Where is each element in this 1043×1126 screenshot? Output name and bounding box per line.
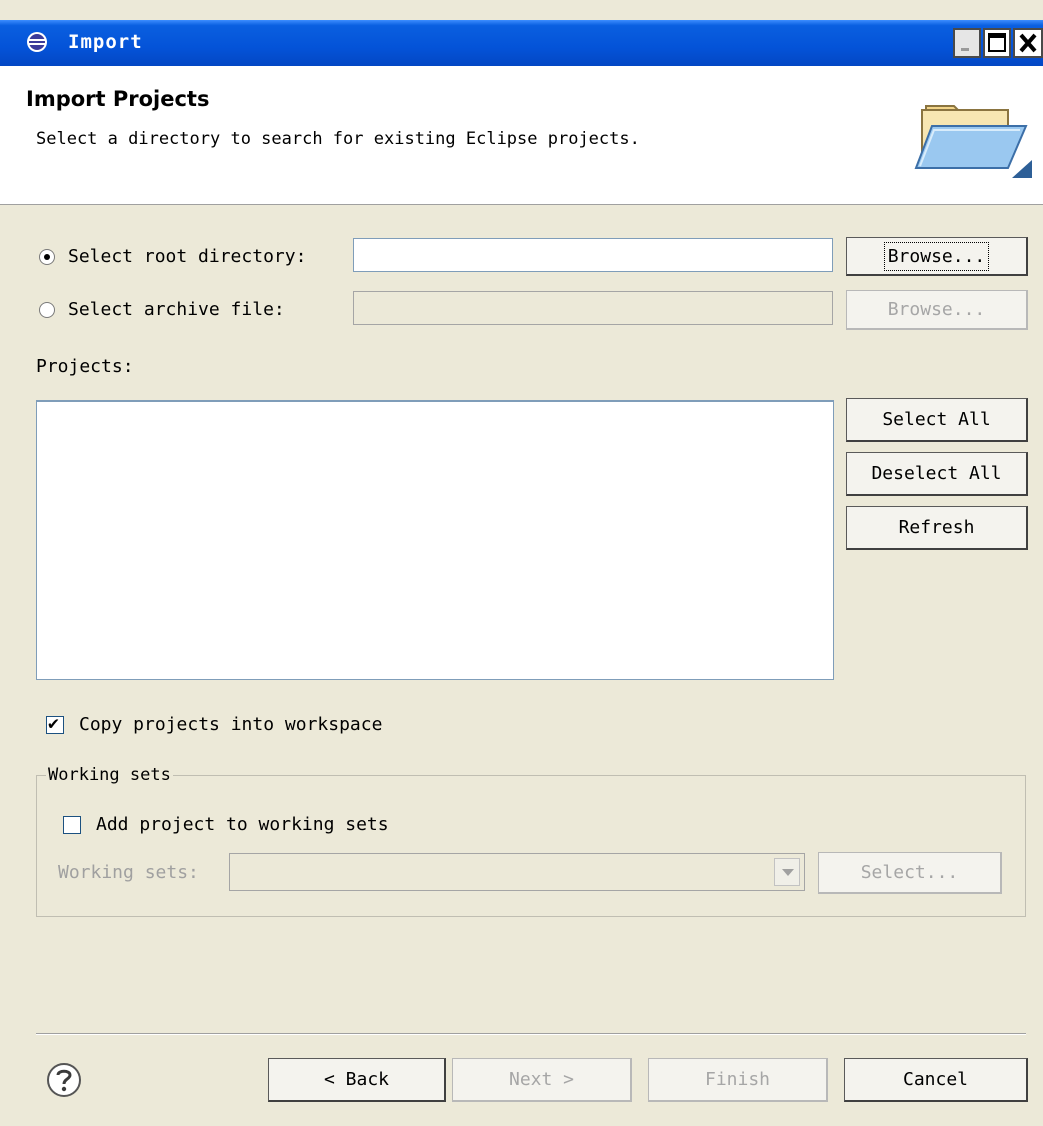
help-icon[interactable] xyxy=(46,1062,82,1098)
add-to-working-sets-checkbox[interactable] xyxy=(63,816,81,834)
working-sets-combo[interactable] xyxy=(229,853,805,891)
copy-into-workspace-label: Copy projects into workspace xyxy=(79,714,383,735)
root-directory-input[interactable] xyxy=(353,238,833,272)
working-sets-label: Working sets: xyxy=(58,862,199,883)
select-all-label: Select All xyxy=(882,409,991,430)
maximize-icon xyxy=(988,33,1006,52)
finish-button[interactable]: Finish xyxy=(648,1058,828,1102)
archive-file-radio[interactable] xyxy=(39,302,55,318)
cancel-label: Cancel xyxy=(902,1069,969,1090)
select-working-sets-button[interactable]: Select... xyxy=(818,852,1002,894)
window-title: Import xyxy=(68,31,143,53)
finish-label: Finish xyxy=(704,1069,771,1090)
root-directory-label: Select root directory: xyxy=(68,246,306,267)
select-all-button[interactable]: Select All xyxy=(846,398,1028,442)
close-icon xyxy=(1019,33,1037,53)
eclipse-icon xyxy=(27,32,47,52)
close-button[interactable] xyxy=(1013,28,1043,58)
root-directory-label-text: Select root directory: xyxy=(68,246,307,267)
browse-archive-label: Browse... xyxy=(887,299,986,320)
projects-list[interactable] xyxy=(36,400,834,680)
browse-archive-button[interactable]: Browse... xyxy=(846,290,1028,330)
back-button[interactable]: < Back xyxy=(268,1058,446,1102)
root-directory-radio[interactable] xyxy=(39,249,55,265)
back-label: < Back xyxy=(323,1069,390,1090)
browse-root-button[interactable]: Browse... xyxy=(846,237,1028,276)
chevron-down-icon[interactable] xyxy=(774,858,800,886)
page-title: Import Projects xyxy=(26,87,210,111)
next-button[interactable]: Next > xyxy=(452,1058,632,1102)
add-to-working-sets-label: Add project to working sets xyxy=(96,814,389,835)
cancel-button[interactable]: Cancel xyxy=(844,1058,1028,1102)
wizard-header: Import Projects Select a directory to se… xyxy=(0,66,1043,205)
title-bar[interactable]: Import xyxy=(0,20,1043,66)
refresh-label: Refresh xyxy=(898,517,975,538)
next-label: Next > xyxy=(508,1069,575,1090)
page-description: Select a directory to search for existin… xyxy=(36,129,640,149)
minimize-button[interactable] xyxy=(953,28,981,58)
select-working-sets-label: Select... xyxy=(860,862,959,883)
footer-separator xyxy=(36,1033,1026,1035)
copy-into-workspace-checkbox[interactable]: ✔ xyxy=(46,713,64,734)
minimize-icon xyxy=(961,48,969,51)
import-dialog: Import Import Projects Select a director… xyxy=(0,0,1043,1126)
archive-file-label: Select archive file: xyxy=(68,299,285,320)
maximize-button[interactable] xyxy=(983,28,1011,58)
working-sets-group xyxy=(36,775,1026,917)
deselect-all-label: Deselect All xyxy=(871,463,1002,484)
browse-root-label: Browse... xyxy=(883,241,990,271)
refresh-button[interactable]: Refresh xyxy=(846,506,1028,550)
archive-file-input[interactable] xyxy=(353,291,833,325)
working-sets-group-label: Working sets xyxy=(46,765,173,785)
projects-label: Projects: xyxy=(36,356,134,377)
deselect-all-button[interactable]: Deselect All xyxy=(846,452,1028,496)
folder-icon xyxy=(914,105,1032,178)
checkmark-icon: ✔ xyxy=(48,713,59,734)
